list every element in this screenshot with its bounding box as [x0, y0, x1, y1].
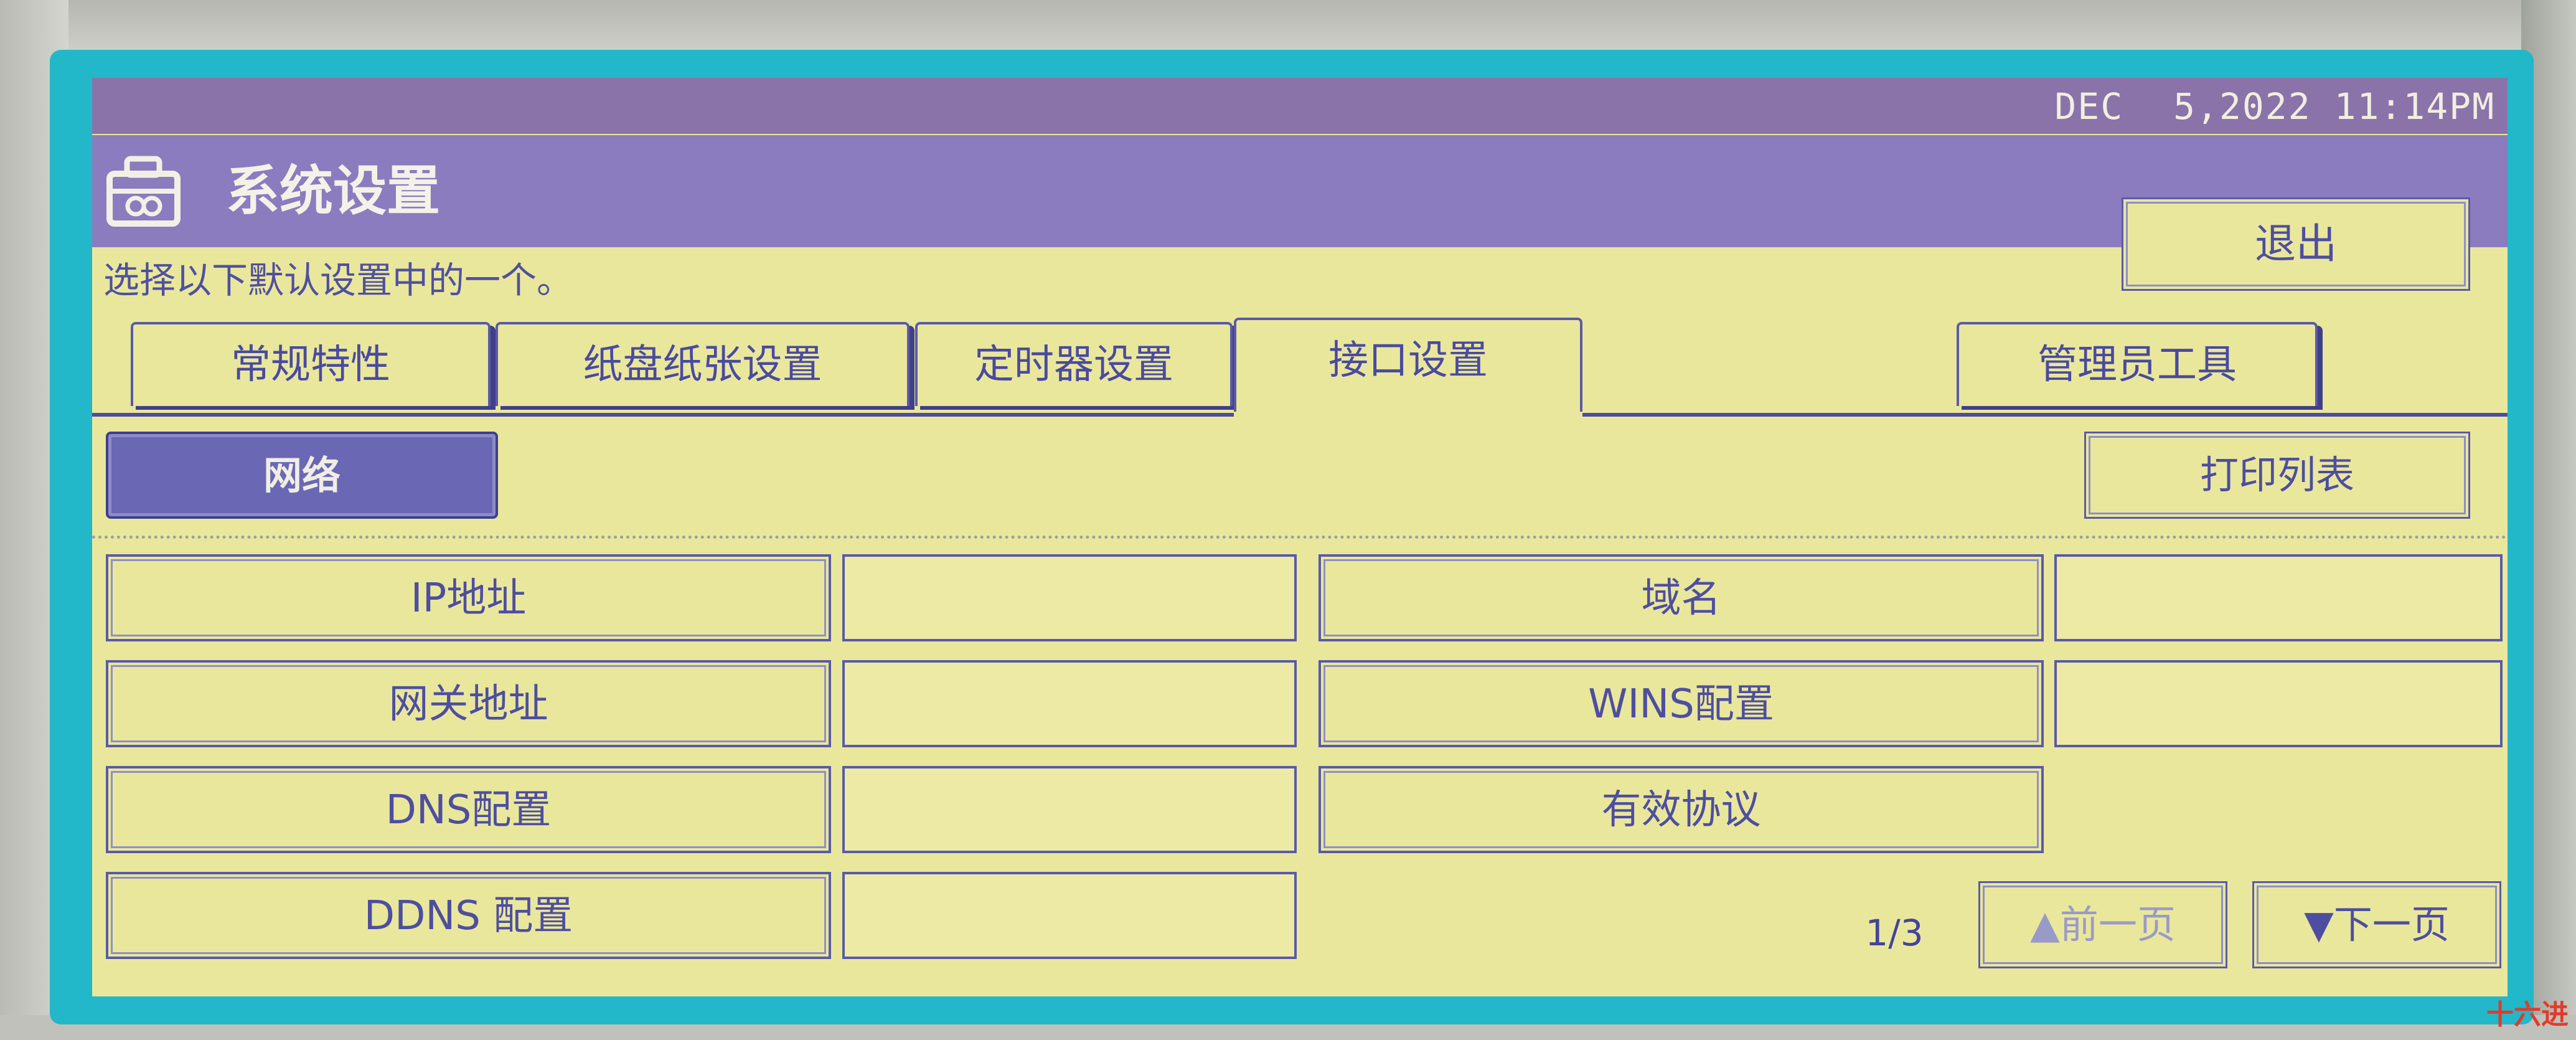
previous-page-button[interactable]: ▲前一页 [1978, 881, 2227, 968]
exit-button[interactable]: 退出 [2122, 197, 2470, 291]
domain-name-value [2054, 554, 2503, 641]
section-divider [92, 536, 2508, 539]
ddns-config-value [842, 872, 1297, 959]
wins-config-button[interactable]: WINS配置 [1319, 660, 2044, 747]
date-month: DEC [2054, 85, 2124, 128]
next-page-button[interactable]: ▼下一页 [2252, 881, 2501, 968]
dns-config-value [842, 766, 1297, 853]
page-title: 系统设置 [226, 160, 440, 222]
touch-screen: DEC 5,2022 11:14PM 系统设置 退出 选择以下默认设置中的一个。 … [92, 78, 2508, 996]
title-bar: 系统设置 退出 [92, 135, 2508, 291]
ip-address-button[interactable]: IP地址 [106, 554, 831, 641]
tab-timer-settings[interactable]: 定时器设置 [915, 322, 1233, 406]
wins-config-value [2054, 660, 2503, 747]
gateway-address-button[interactable]: 网关地址 [106, 660, 831, 747]
domain-name-button[interactable]: 域名 [1319, 554, 2044, 641]
status-bar: DEC 5,2022 11:14PM [92, 78, 2508, 134]
effective-protocol-button[interactable]: 有效协议 [1319, 766, 2044, 853]
tab-general-features[interactable]: 常规特性 [131, 322, 491, 406]
instruction-text: 选择以下默认设置中的一个。 [103, 259, 573, 301]
gateway-address-value [842, 660, 1297, 747]
date-day-year: 5,2022 [2173, 85, 2311, 128]
page-indicator: 1/3 [1865, 912, 1924, 954]
ddns-config-button[interactable]: DDNS 配置 [106, 872, 831, 959]
tab-administrator-tools[interactable]: 管理员工具 [1957, 322, 2318, 406]
print-list-button[interactable]: 打印列表 [2084, 432, 2470, 519]
ip-address-value [842, 554, 1297, 641]
clock-time: 11:14PM [2334, 85, 2495, 128]
date-time-display: DEC 5,2022 11:14PM [2054, 83, 2495, 130]
dns-config-button[interactable]: DNS配置 [106, 766, 831, 853]
network-button[interactable]: 网络 [106, 432, 498, 519]
toolbox-icon [106, 156, 181, 227]
watermark-logo: 十六进 [2486, 999, 2569, 1031]
tab-interface-settings[interactable]: 接口设置 [1234, 318, 1582, 416]
tab-tray-paper-settings[interactable]: 纸盘纸张设置 [496, 322, 910, 406]
device-bezel-top [0, 0, 2576, 56]
